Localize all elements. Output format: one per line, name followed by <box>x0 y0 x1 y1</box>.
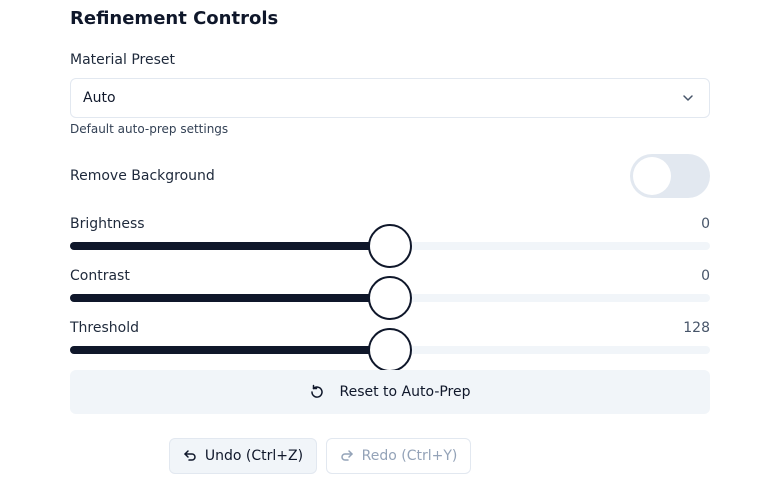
threshold-slider-fill <box>70 346 390 354</box>
threshold-slider[interactable] <box>70 328 710 372</box>
undo-button[interactable]: Undo (Ctrl+Z) <box>169 438 317 474</box>
brightness-value: 0 <box>701 216 710 232</box>
rotate-ccw-icon <box>311 384 324 398</box>
brightness-slider-thumb[interactable] <box>368 224 412 268</box>
material-preset-select[interactable]: Auto <box>70 78 710 118</box>
undo-icon <box>184 450 196 461</box>
reset-to-auto-prep-button[interactable]: Reset to Auto-Prep <box>70 370 710 414</box>
contrast-slider[interactable] <box>70 276 710 320</box>
material-preset-value: Auto <box>83 90 116 106</box>
brightness-slider-fill <box>70 242 390 250</box>
remove-background-label: Remove Background <box>70 168 215 184</box>
material-preset-hint: Default auto-prep settings <box>70 122 229 136</box>
reset-button-label: Reset to Auto-Prep <box>339 384 471 400</box>
contrast-label: Contrast <box>70 268 130 284</box>
refinement-controls-panel: Refinement Controls Material Preset Auto… <box>70 0 710 493</box>
threshold-value: 128 <box>683 320 710 336</box>
contrast-slider-fill <box>70 294 390 302</box>
brightness-slider[interactable] <box>70 224 710 268</box>
material-preset-label: Material Preset <box>70 52 175 68</box>
threshold-slider-thumb[interactable] <box>368 328 412 372</box>
redo-button[interactable]: Redo (Ctrl+Y) <box>326 438 471 474</box>
undo-button-label: Undo (Ctrl+Z) <box>204 448 304 464</box>
toggle-knob <box>633 157 671 195</box>
contrast-value: 0 <box>701 268 710 284</box>
chevron-down-icon <box>683 95 693 101</box>
brightness-label: Brightness <box>70 216 145 232</box>
redo-button-label: Redo (Ctrl+Y) <box>361 448 458 464</box>
contrast-slider-thumb[interactable] <box>368 276 412 320</box>
redo-icon <box>340 450 353 461</box>
remove-background-toggle[interactable] <box>630 154 710 198</box>
threshold-label: Threshold <box>70 320 139 336</box>
section-title: Refinement Controls <box>70 8 279 29</box>
